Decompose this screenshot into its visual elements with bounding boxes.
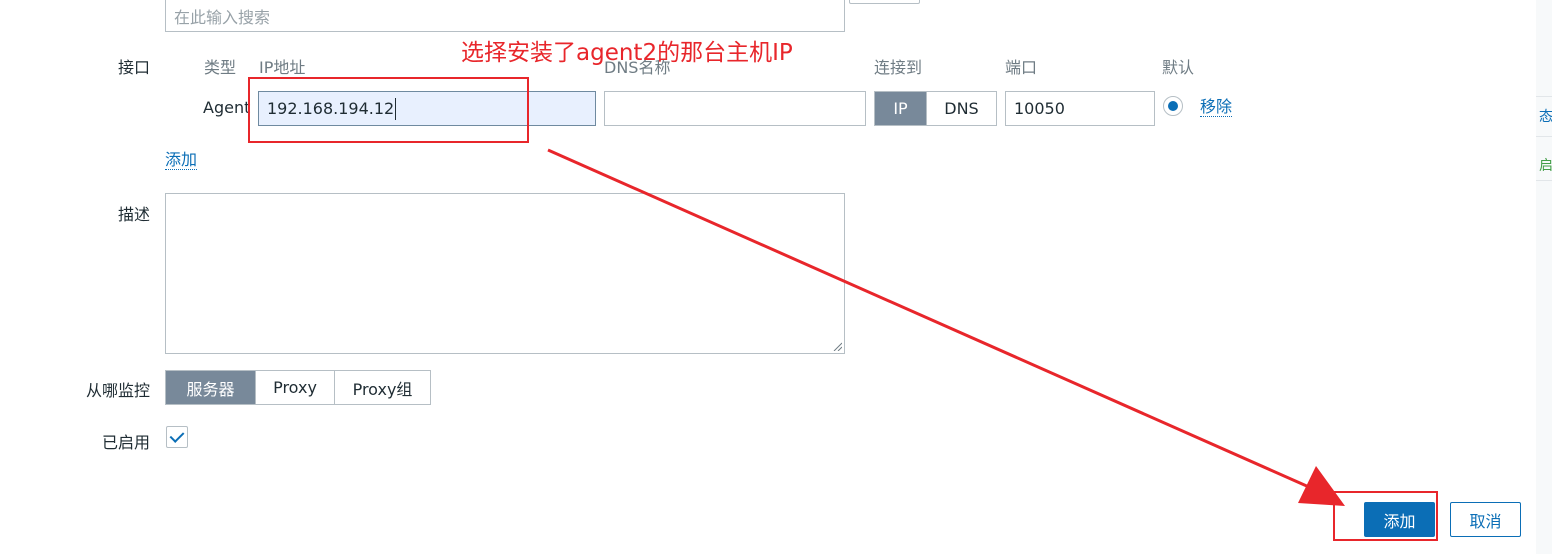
- port-value: 10050: [1014, 99, 1065, 118]
- col-port: 端口: [1005, 58, 1038, 77]
- strip-divider: [1536, 136, 1552, 137]
- col-default: 默认: [1162, 58, 1195, 77]
- ip-address-input[interactable]: 192.168.194.12: [258, 91, 596, 126]
- monitored-by-toggle: 服务器 Proxy Proxy组: [165, 370, 431, 405]
- enabled-label: 已启用: [101, 433, 150, 452]
- dns-name-input[interactable]: [604, 91, 866, 126]
- default-interface-radio[interactable]: [1163, 96, 1183, 116]
- select-button[interactable]: [849, 0, 920, 4]
- interfaces-label: 接口: [117, 58, 150, 77]
- host-form-dialog: 在此输入搜索 接口 类型 IP地址 DNS名称 连接到 端口 默认 Agent …: [0, 0, 1537, 554]
- col-type: 类型: [204, 58, 237, 77]
- monitored-by-label: 从哪监控: [85, 381, 150, 400]
- col-ip: IP地址: [259, 58, 306, 77]
- port-input[interactable]: 10050: [1005, 91, 1155, 126]
- strip-divider: [1536, 96, 1552, 97]
- enabled-checkbox[interactable]: [166, 426, 188, 448]
- strip-enabled-label: 启: [1539, 158, 1552, 174]
- add-button[interactable]: 添加: [1364, 502, 1435, 537]
- annotation-text: 选择安装了agent2的那台主机IP: [461, 40, 793, 66]
- connect-to-toggle: IP DNS: [874, 91, 997, 126]
- resize-grip-icon[interactable]: [832, 341, 842, 351]
- text-caret: [395, 97, 397, 120]
- page: 在此输入搜索 接口 类型 IP地址 DNS名称 连接到 端口 默认 Agent …: [0, 0, 1552, 554]
- monitored-by-server[interactable]: 服务器: [166, 371, 256, 404]
- strip-divider: [1536, 180, 1552, 181]
- connect-ip-option[interactable]: IP: [875, 92, 927, 125]
- add-interface-link[interactable]: 添加: [165, 151, 198, 170]
- search-input[interactable]: 在此输入搜索: [165, 0, 845, 32]
- remove-interface-link[interactable]: 移除: [1200, 98, 1233, 117]
- cancel-button[interactable]: 取消: [1450, 502, 1521, 537]
- ip-address-value: 192.168.194.12: [267, 99, 395, 118]
- background-page-strip: 态 启: [1536, 0, 1552, 554]
- description-label: 描述: [117, 205, 150, 224]
- connect-dns-option[interactable]: DNS: [927, 92, 996, 125]
- interface-type: Agent: [203, 98, 251, 117]
- monitored-by-proxy-group[interactable]: Proxy组: [335, 371, 430, 404]
- strip-status-label: 态: [1539, 109, 1552, 125]
- monitored-by-proxy[interactable]: Proxy: [256, 371, 335, 404]
- col-connect-to: 连接到: [874, 58, 923, 77]
- search-placeholder: 在此输入搜索: [174, 8, 271, 27]
- description-textarea[interactable]: [165, 193, 845, 354]
